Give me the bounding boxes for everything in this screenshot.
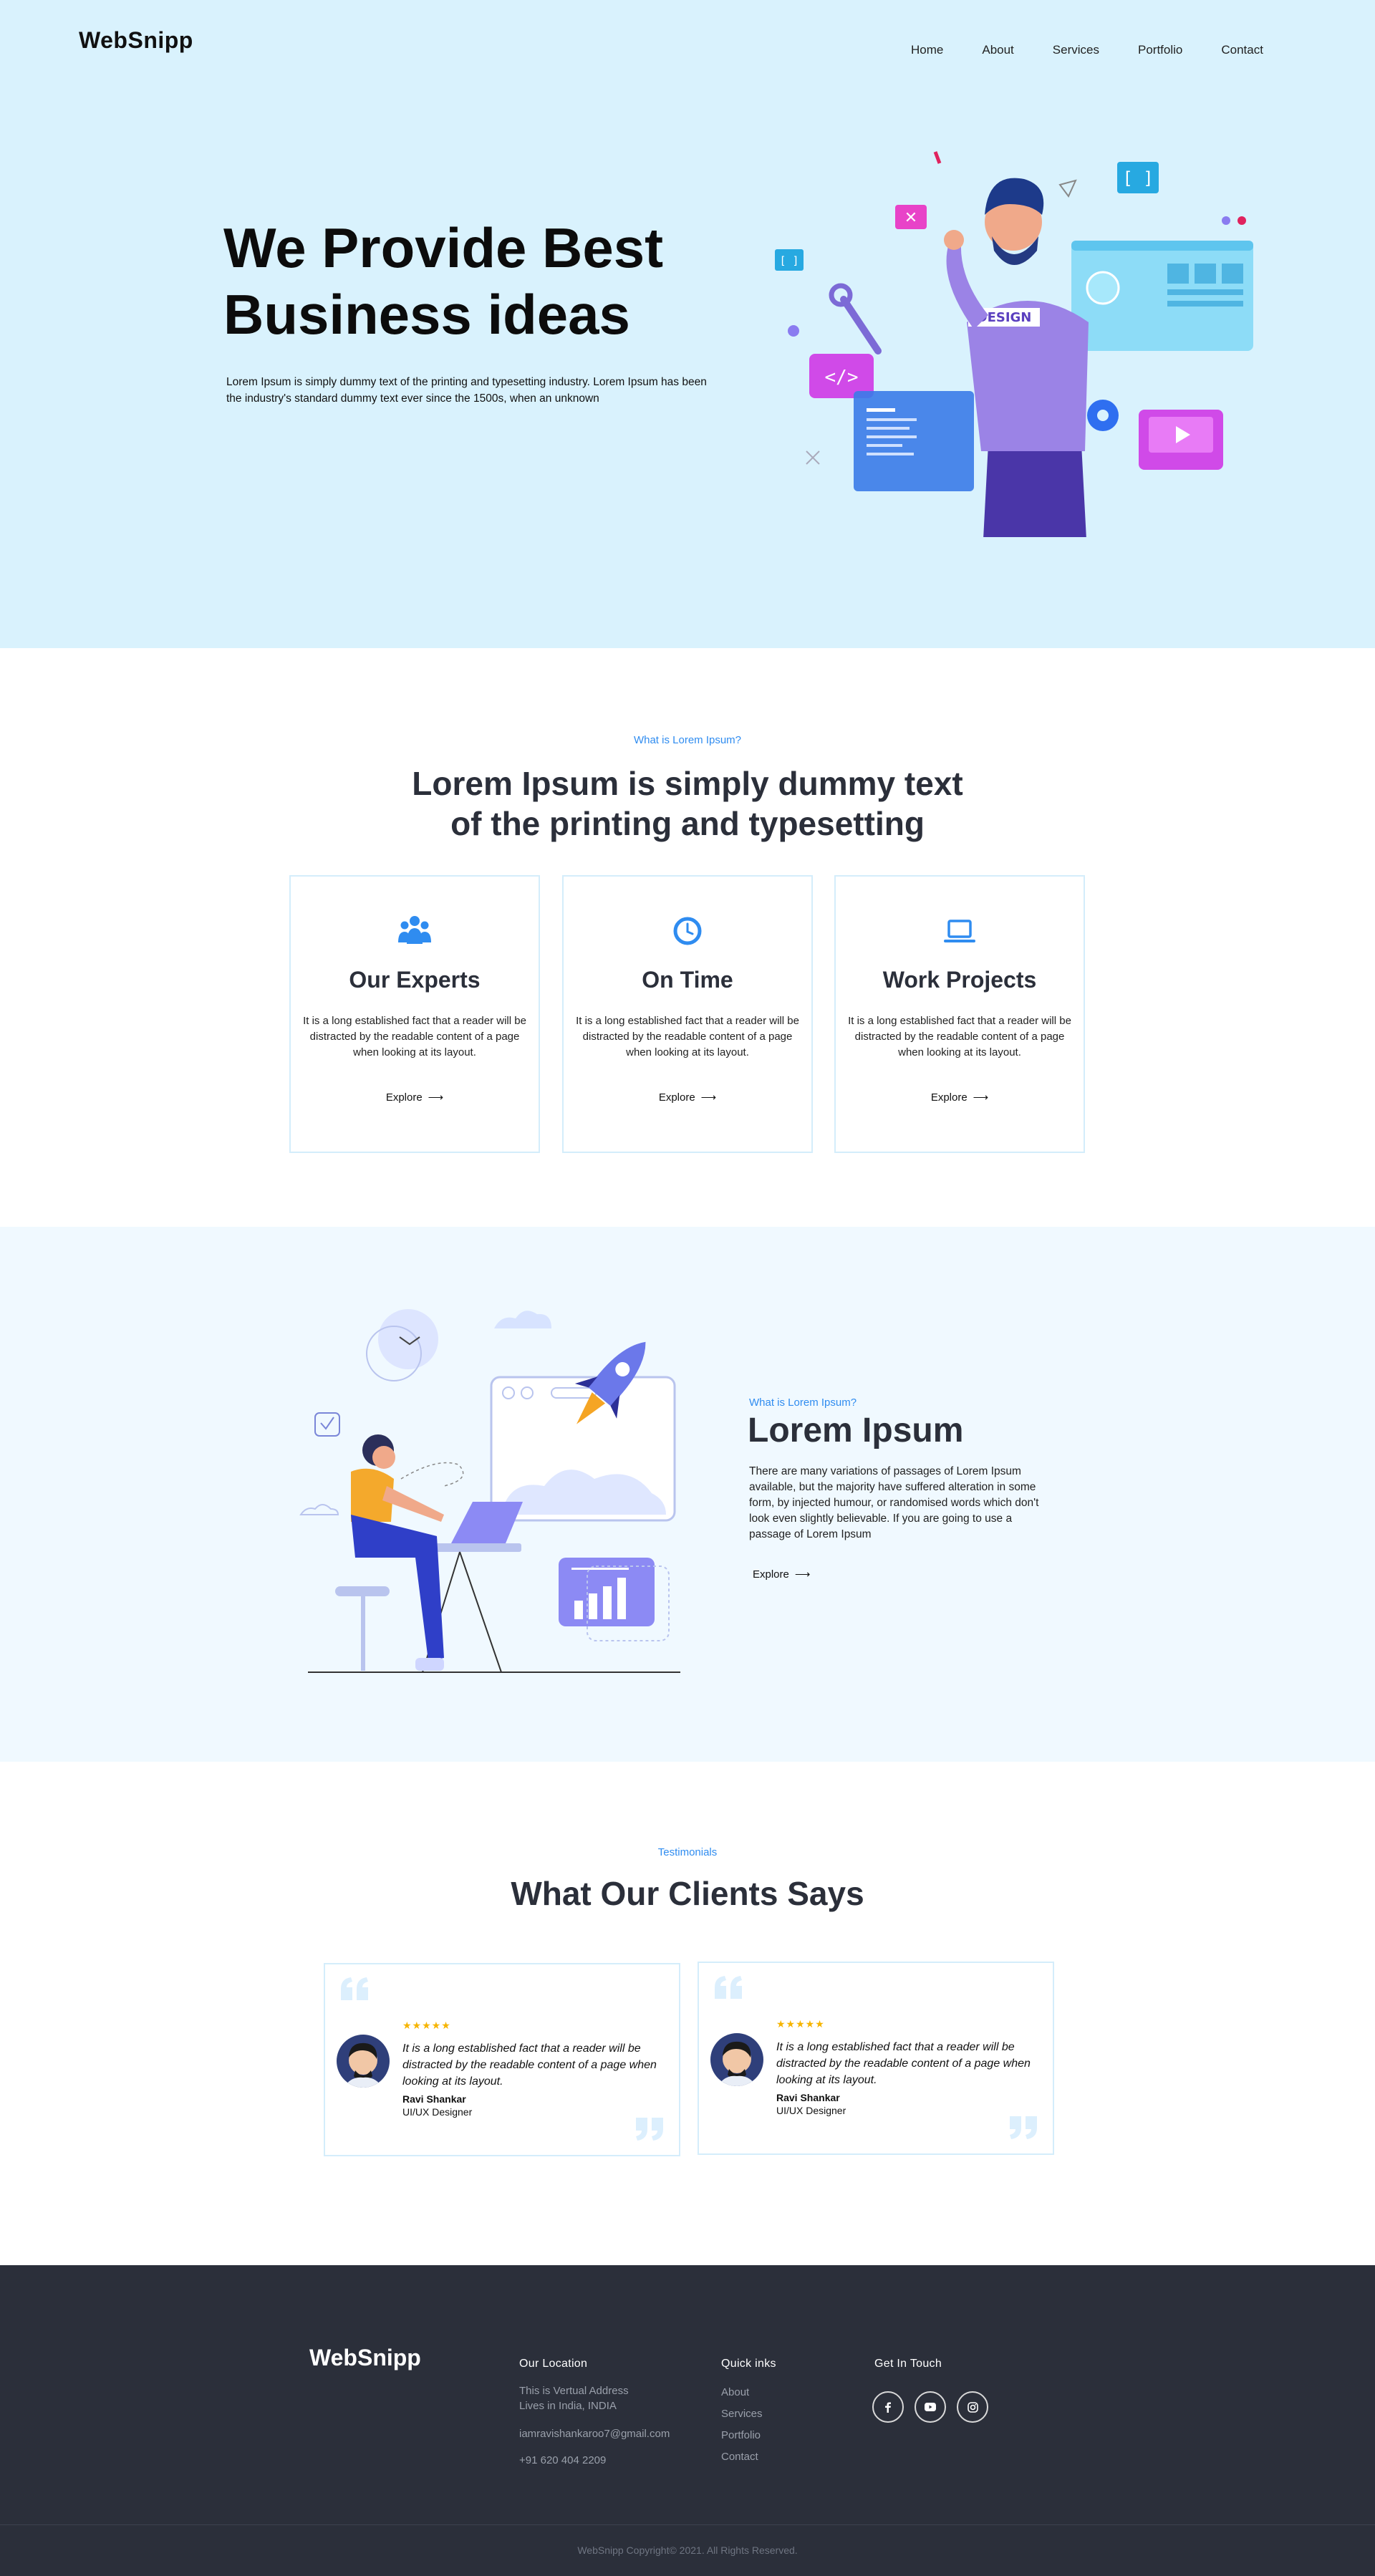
footer-address-line2: Lives in India, INDIA <box>519 2400 617 2412</box>
hero-title-line2: Business ideas <box>223 283 630 346</box>
feature-text: It is a long established fact that a rea… <box>303 1015 526 1058</box>
footer-link-services[interactable]: Services <box>721 2408 763 2420</box>
svg-text:</>: </> <box>825 367 859 388</box>
testimonial-role: UI/UX Designer <box>776 2105 846 2116</box>
main-nav: Home About Services Portfolio Contact <box>911 43 1302 57</box>
avatar <box>710 2033 763 2086</box>
feature-title: On Time <box>642 967 733 993</box>
feature-card-projects: Work Projects It is a long established f… <box>834 875 1085 1153</box>
rating-stars: ★★★★★ <box>402 2020 451 2031</box>
testimonial-card: ★★★★★ It is a long established fact that… <box>324 1963 680 2156</box>
testimonial-quote: It is a long established fact that a rea… <box>776 2041 1031 2086</box>
explore-label: Explore <box>753 1568 789 1581</box>
about-title: Lorem Ipsum <box>748 1412 964 1449</box>
quote-close-icon <box>636 2118 663 2141</box>
youtube-icon <box>925 2403 936 2411</box>
quote-close-icon <box>1010 2116 1037 2139</box>
footer-divider <box>0 2524 1375 2525</box>
nav-about[interactable]: About <box>982 43 1013 57</box>
testimonial-card: ★★★★★ It is a long established fact that… <box>698 1962 1054 2155</box>
nav-home[interactable]: Home <box>911 43 943 57</box>
instagram-button[interactable] <box>957 2391 988 2423</box>
footer-link-portfolio[interactable]: Portfolio <box>721 2429 761 2441</box>
explore-link[interactable]: Explore ⟶ <box>386 1091 443 1104</box>
features-title-line1: Lorem Ipsum is simply dummy text <box>412 765 963 802</box>
footer-touch-heading: Get In Touch <box>874 2358 942 2370</box>
explore-label: Explore <box>930 1091 968 1104</box>
hero-subtitle: Lorem Ipsum is simply dummy text of the … <box>226 376 707 405</box>
explore-label: Explore <box>658 1091 695 1104</box>
feature-text: It is a long established fact that a rea… <box>848 1015 1071 1058</box>
svg-text:[ ]: [ ] <box>779 254 799 267</box>
facebook-icon <box>885 2402 891 2413</box>
testimonials-title: What Our Clients Says <box>511 1875 864 1912</box>
testimonials-eyebrow: Testimonials <box>657 1846 718 1858</box>
feature-title: Work Projects <box>882 967 1037 993</box>
about-explore-link[interactable]: Explore ⟶ <box>753 1568 810 1581</box>
avatar <box>337 2035 390 2088</box>
footer-address-line1: This is Vertual Address <box>519 2385 629 2397</box>
footer-link-contact[interactable]: Contact <box>721 2451 758 2463</box>
quote-open-icon <box>341 1977 368 2000</box>
svg-text:[ ]: [ ] <box>1122 168 1153 188</box>
footer-email[interactable]: iamravishankaroo7@gmail.com <box>519 2427 670 2441</box>
testimonial-name: Ravi Shankar <box>776 2092 840 2103</box>
youtube-button[interactable] <box>915 2391 946 2423</box>
footer-phone[interactable]: +91 620 404 2209 <box>519 2454 606 2468</box>
features-title: Lorem Ipsum is simply dummy text of the … <box>0 763 1375 844</box>
footer-logo[interactable]: WebSnipp <box>309 2345 421 2371</box>
facebook-button[interactable] <box>872 2391 904 2423</box>
features-eyebrow: What is Lorem Ipsum? <box>633 734 742 746</box>
rocket-illustration <box>299 1309 680 1673</box>
arrow-right-icon: ⟶ <box>973 1091 989 1104</box>
testimonial-role: UI/UX Designer <box>402 2106 473 2118</box>
arrow-right-icon: ⟶ <box>794 1568 811 1581</box>
explore-label: Explore <box>385 1091 423 1104</box>
testimonial-name: Ravi Shankar <box>402 2093 466 2105</box>
footer-location-heading: Our Location <box>519 2358 588 2370</box>
instagram-icon <box>967 2401 978 2413</box>
feature-card-experts: Our Experts It is a long established fac… <box>289 875 540 1153</box>
nav-services[interactable]: Services <box>1053 43 1099 57</box>
footer-quick-heading: Quick inks <box>721 2358 776 2370</box>
explore-link[interactable]: Explore ⟶ <box>931 1091 988 1104</box>
hero-title-line1: We Provide Best <box>223 216 664 279</box>
copyright-text: WebSnipp Copyright© 2021. All Rights Res… <box>577 2544 798 2556</box>
features-title-line2: of the printing and typesetting <box>450 805 925 842</box>
feature-title: Our Experts <box>349 967 481 993</box>
about-eyebrow: What is Lorem Ipsum? <box>749 1396 857 1409</box>
about-text: There are many variations of passages of… <box>749 1465 1039 1540</box>
svg-text:✕: ✕ <box>904 209 917 227</box>
clock-icon <box>673 917 702 945</box>
nav-portfolio[interactable]: Portfolio <box>1138 43 1182 57</box>
hero-title: We Provide Best Business ideas <box>223 215 739 348</box>
feature-text: It is a long established fact that a rea… <box>576 1015 799 1058</box>
footer-link-about[interactable]: About <box>721 2386 749 2398</box>
users-icon <box>398 916 431 944</box>
arrow-right-icon: ⟶ <box>428 1091 444 1104</box>
rating-stars: ★★★★★ <box>776 2018 825 2030</box>
feature-card-ontime: On Time It is a long established fact th… <box>562 875 813 1153</box>
quote-open-icon <box>715 1976 742 1999</box>
arrow-right-icon: ⟶ <box>700 1091 717 1104</box>
site-logo[interactable]: WebSnipp <box>79 27 193 54</box>
laptop-icon <box>944 920 975 942</box>
designer-illustration: DESIGN </> ✕ [ ] [ ] <box>775 151 1253 537</box>
nav-contact[interactable]: Contact <box>1221 43 1263 57</box>
testimonial-quote: It is a long established fact that a rea… <box>402 2042 657 2088</box>
footer <box>0 2265 1375 2576</box>
explore-link[interactable]: Explore ⟶ <box>659 1091 716 1104</box>
